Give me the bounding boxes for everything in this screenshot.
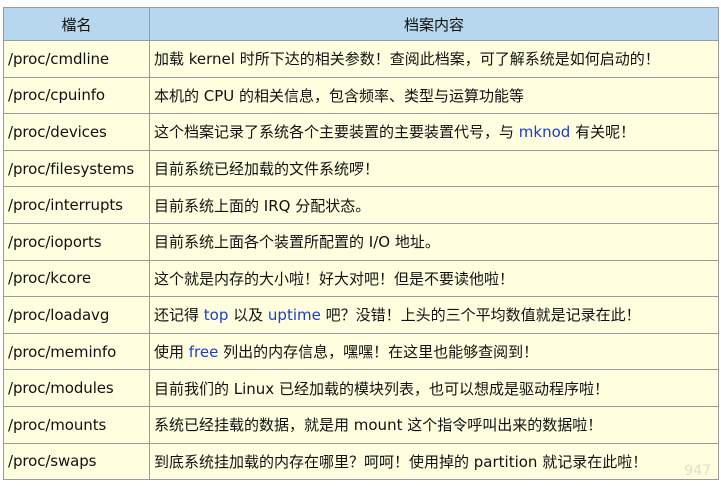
proc-files-table: 檔名 档案内容 /proc/cmdline 加载 kernel 时所下达的相关参数… xyxy=(3,7,719,481)
table-header-row: 檔名 档案内容 xyxy=(3,7,719,41)
file-name-cell: /proc/cpuinfo xyxy=(3,76,150,115)
description-text: 有关呢！ xyxy=(570,123,636,142)
description-text: 系统已经挂载的数据，就是用 mount 这个指令呼叫出来的数据啦！ xyxy=(154,416,603,435)
description-text: 还记得 xyxy=(154,306,204,325)
table-row: /proc/modules 目前我们的 Linux 已经加载的模块列表，也可以想成… xyxy=(3,369,719,407)
file-name-cell: /proc/filesystems xyxy=(3,149,150,188)
description-text: 这个档案记录了系统各个主要装置的主要装置代号，与 xyxy=(154,123,519,142)
file-description-cell: 目前系统上面的 IRQ 分配状态。 xyxy=(149,186,719,224)
table-row: /proc/mounts 系统已经挂载的数据，就是用 mount 这个指令呼叫出来… xyxy=(3,405,719,444)
description-text: 目前系统已经加载的文件系统啰！ xyxy=(154,160,380,179)
description-text: 到底系统挂加载的内存在哪里？呵呵！使用掉的 partition 就记录在此啦！ xyxy=(154,452,648,471)
table-row: /proc/cmdline 加载 kernel 时所下达的相关参数！查阅此档案，可… xyxy=(3,40,719,78)
file-name-cell: /proc/cmdline xyxy=(3,40,150,78)
command-name: top xyxy=(203,306,229,325)
command-name: mknod xyxy=(518,123,571,142)
description-text: 加载 kernel 时所下达的相关参数！查阅此档案，可了解系统是如何启动的！ xyxy=(154,50,660,69)
description-text: 以及 xyxy=(228,306,268,325)
table-body: /proc/cmdline 加载 kernel 时所下达的相关参数！查阅此档案，可… xyxy=(3,40,719,481)
file-name-cell: /proc/meminfo xyxy=(3,332,150,371)
file-description-cell: 系统已经挂载的数据，就是用 mount 这个指令呼叫出来的数据啦！ xyxy=(149,405,719,444)
file-name-cell: /proc/swaps xyxy=(3,442,150,481)
file-description-cell: 目前系统上面各个装置所配置的 I/O 地址。 xyxy=(149,222,719,261)
description-text: 目前系统上面的 IRQ 分配状态。 xyxy=(154,196,371,215)
description-text: 目前我们的 Linux 已经加载的模块列表，也可以想成是驱动程序啦！ xyxy=(154,379,609,398)
file-name-cell: /proc/modules xyxy=(3,369,150,407)
description-text: 列出的内存信息，嘿嘿！在这里也能够查阅到！ xyxy=(218,343,539,362)
table-header: 檔名 档案内容 xyxy=(3,7,719,41)
description-text: 使用 xyxy=(154,343,189,362)
file-name-cell: /proc/devices xyxy=(3,113,150,151)
file-description-cell: 到底系统挂加载的内存在哪里？呵呵！使用掉的 partition 就记录在此啦！ xyxy=(149,442,719,481)
command-name: uptime xyxy=(267,306,321,325)
command-name: free xyxy=(188,343,219,362)
file-description-cell: 目前我们的 Linux 已经加载的模块列表，也可以想成是驱动程序啦！ xyxy=(149,369,719,407)
table-row: /proc/ioports 目前系统上面各个装置所配置的 I/O 地址。 xyxy=(3,222,719,261)
description-text: 本机的 CPU 的相关信息，包含频率、类型与运算功能等 xyxy=(154,86,525,105)
description-text: 这个就是内存的大小啦！好大对吧！但是不要读他啦！ xyxy=(154,269,515,288)
table-row: /proc/meminfo 使用 free 列出的内存信息，嘿嘿！在这里也能够查阅… xyxy=(3,332,719,371)
file-description-cell: 加载 kernel 时所下达的相关参数！查阅此档案，可了解系统是如何启动的！ xyxy=(149,40,719,78)
file-description-cell: 还记得 top 以及 uptime 吧？没错！上头的三个平均数值就是记录在此！ xyxy=(149,296,719,334)
table-row: /proc/swaps 到底系统挂加载的内存在哪里？呵呵！使用掉的 partiti… xyxy=(3,442,719,481)
file-name-cell: /proc/mounts xyxy=(3,405,150,444)
file-name-cell: /proc/kcore xyxy=(3,259,150,298)
table-row: /proc/filesystems 目前系统已经加载的文件系统啰！ xyxy=(3,149,719,188)
description-text: 吧？没错！上头的三个平均数值就是记录在此！ xyxy=(320,306,641,325)
file-description-cell: 本机的 CPU 的相关信息，包含频率、类型与运算功能等 xyxy=(149,76,719,115)
table-row: /proc/loadavg 还记得 top 以及 uptime 吧？没错！上头的三… xyxy=(3,296,719,334)
file-description-cell: 目前系统已经加载的文件系统啰！ xyxy=(149,149,719,188)
description-text: 目前系统上面各个装置所配置的 I/O 地址。 xyxy=(154,233,440,252)
file-name-cell: /proc/loadavg xyxy=(3,296,150,334)
file-name-cell: /proc/ioports xyxy=(3,222,150,261)
file-description-cell: 使用 free 列出的内存信息，嘿嘿！在这里也能够查阅到！ xyxy=(149,332,719,371)
file-description-cell: 这个档案记录了系统各个主要装置的主要装置代号，与 mknod 有关呢！ xyxy=(149,113,719,151)
header-content: 档案内容 xyxy=(149,7,719,41)
proc-files-table-container: 檔名 档案内容 /proc/cmdline 加载 kernel 时所下达的相关参数… xyxy=(3,7,719,481)
file-name-cell: /proc/interrupts xyxy=(3,186,150,224)
table-row: /proc/kcore 这个就是内存的大小啦！好大对吧！但是不要读他啦！ xyxy=(3,259,719,298)
file-description-cell: 这个就是内存的大小啦！好大对吧！但是不要读他啦！ xyxy=(149,259,719,298)
header-filename: 檔名 xyxy=(3,7,150,41)
table-row: /proc/cpuinfo 本机的 CPU 的相关信息，包含频率、类型与运算功能等 xyxy=(3,76,719,115)
table-row: /proc/devices 这个档案记录了系统各个主要装置的主要装置代号，与 mk… xyxy=(3,113,719,151)
table-row: /proc/interrupts 目前系统上面的 IRQ 分配状态。 xyxy=(3,186,719,224)
